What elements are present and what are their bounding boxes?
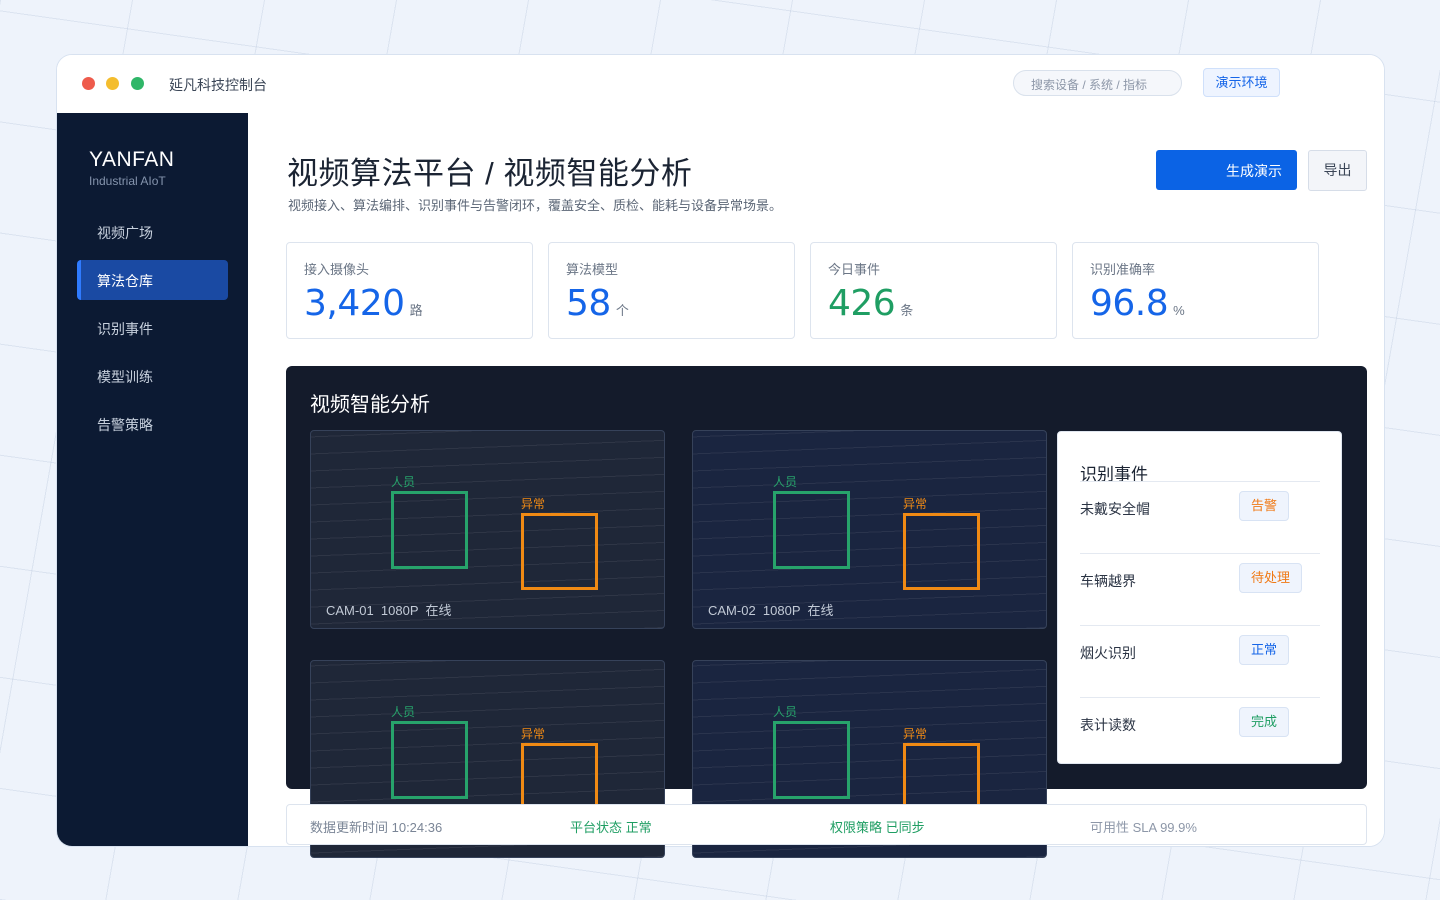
stat-unit: % (1173, 303, 1185, 318)
brand-subtitle: Industrial AIoT (89, 174, 166, 188)
recognition-events-panel: 识别事件 未戴安全帽 告警 车辆越界 待处理 烟火识别 正常 表计读数 完成 (1057, 431, 1342, 764)
stat-label: 今日事件 (828, 262, 881, 277)
person-detection-label: 人员 (773, 475, 798, 489)
platform-status: 平台状态 正常 (570, 820, 652, 835)
person-detection-label: 人员 (773, 705, 798, 719)
camera-feed-cam-02[interactable]: 人员 异常 CAM-02 1080P 在线 (692, 430, 1047, 629)
divider (1080, 481, 1320, 482)
stat-label: 接入摄像头 (304, 262, 370, 277)
policy-status: 权限策略 已同步 (830, 820, 925, 835)
stat-card-accuracy: 识别准确率 96.8% (1072, 242, 1319, 339)
app-title: 延凡科技控制台 (169, 77, 267, 93)
anomaly-detection-box (903, 513, 980, 590)
anomaly-detection-label: 异常 (521, 497, 546, 511)
sidebar-item-algorithm-repo[interactable]: 算法仓库 (77, 260, 228, 300)
sla-status: 可用性 SLA 99.9% (1090, 820, 1197, 835)
person-detection-box (391, 491, 468, 569)
export-button[interactable]: 导出 (1308, 150, 1367, 191)
stat-label: 算法模型 (566, 262, 619, 277)
event-status-badge[interactable]: 待处理 (1239, 563, 1302, 593)
sidebar-item-model-training[interactable]: 模型训练 (77, 356, 228, 396)
anomaly-detection-label: 异常 (903, 727, 928, 741)
video-analysis-title: 视频智能分析 (310, 394, 430, 416)
event-status-badge[interactable]: 完成 (1239, 707, 1289, 737)
person-detection-box (773, 491, 850, 569)
sidebar: YANFAN Industrial AIoT 视频广场 算法仓库 识别事件 模型… (57, 113, 248, 846)
close-window-button[interactable] (82, 77, 95, 90)
camera-caption: CAM-01 1080P 在线 (326, 603, 452, 618)
sidebar-item-alert-policy[interactable]: 告警策略 (77, 404, 228, 444)
event-name: 车辆越界 (1080, 573, 1136, 589)
event-name: 表计读数 (1080, 717, 1136, 733)
status-footer: 数据更新时间 10:24:36 平台状态 正常 权限策略 已同步 可用性 SLA… (286, 804, 1367, 845)
anomaly-detection-box (521, 513, 598, 590)
stat-value: 426 (828, 283, 896, 324)
sidebar-item-recognition-events[interactable]: 识别事件 (77, 308, 228, 348)
person-detection-box (773, 721, 850, 799)
demo-environment-button[interactable]: 演示环境 (1203, 68, 1280, 97)
event-name: 烟火识别 (1080, 645, 1136, 661)
stat-unit: 条 (900, 303, 914, 318)
global-search-input[interactable]: 搜索设备 / 系统 / 指标 (1013, 70, 1182, 96)
title-bar: 延凡科技控制台 搜索设备 / 系统 / 指标 演示环境 (57, 55, 1384, 113)
page-title: 视频算法平台 / 视频智能分析 (287, 156, 693, 191)
anomaly-detection-label: 异常 (521, 727, 546, 741)
stat-unit: 路 (409, 303, 423, 318)
stat-card-events: 今日事件 426 条 (810, 242, 1057, 339)
minimize-window-button[interactable] (106, 77, 119, 90)
camera-feed-cam-01[interactable]: 人员 异常 CAM-01 1080P 在线 (310, 430, 665, 629)
anomaly-detection-label: 异常 (903, 497, 928, 511)
stat-value: 3,420 (304, 283, 405, 324)
stat-value: 58 (566, 283, 611, 324)
event-name: 未戴安全帽 (1080, 501, 1150, 517)
person-detection-label: 人员 (391, 705, 416, 719)
divider (1080, 553, 1320, 554)
brand-logo: YANFAN (89, 148, 175, 171)
event-status-badge[interactable]: 告警 (1239, 491, 1289, 521)
update-time: 数据更新时间 10:24:36 (310, 820, 443, 835)
divider (1080, 697, 1320, 698)
stat-unit: 个 (615, 303, 629, 318)
stat-card-models: 算法模型 58 个 (548, 242, 795, 339)
maximize-window-button[interactable] (131, 77, 144, 90)
stat-value: 96.8 (1090, 283, 1169, 324)
person-detection-box (391, 721, 468, 799)
person-detection-label: 人员 (391, 475, 416, 489)
divider (1080, 625, 1320, 626)
event-status-badge[interactable]: 正常 (1239, 635, 1289, 665)
camera-caption: CAM-02 1080P 在线 (708, 603, 834, 618)
page-subtitle: 视频接入、算法编排、识别事件与告警闭环，覆盖安全、质检、能耗与设备异常场景。 (288, 198, 783, 213)
stat-label: 识别准确率 (1090, 262, 1156, 277)
generate-demo-button[interactable]: 生成演示 (1156, 150, 1297, 190)
stat-card-cameras: 接入摄像头 3,420 路 (286, 242, 533, 339)
sidebar-item-video-square[interactable]: 视频广场 (77, 212, 228, 252)
